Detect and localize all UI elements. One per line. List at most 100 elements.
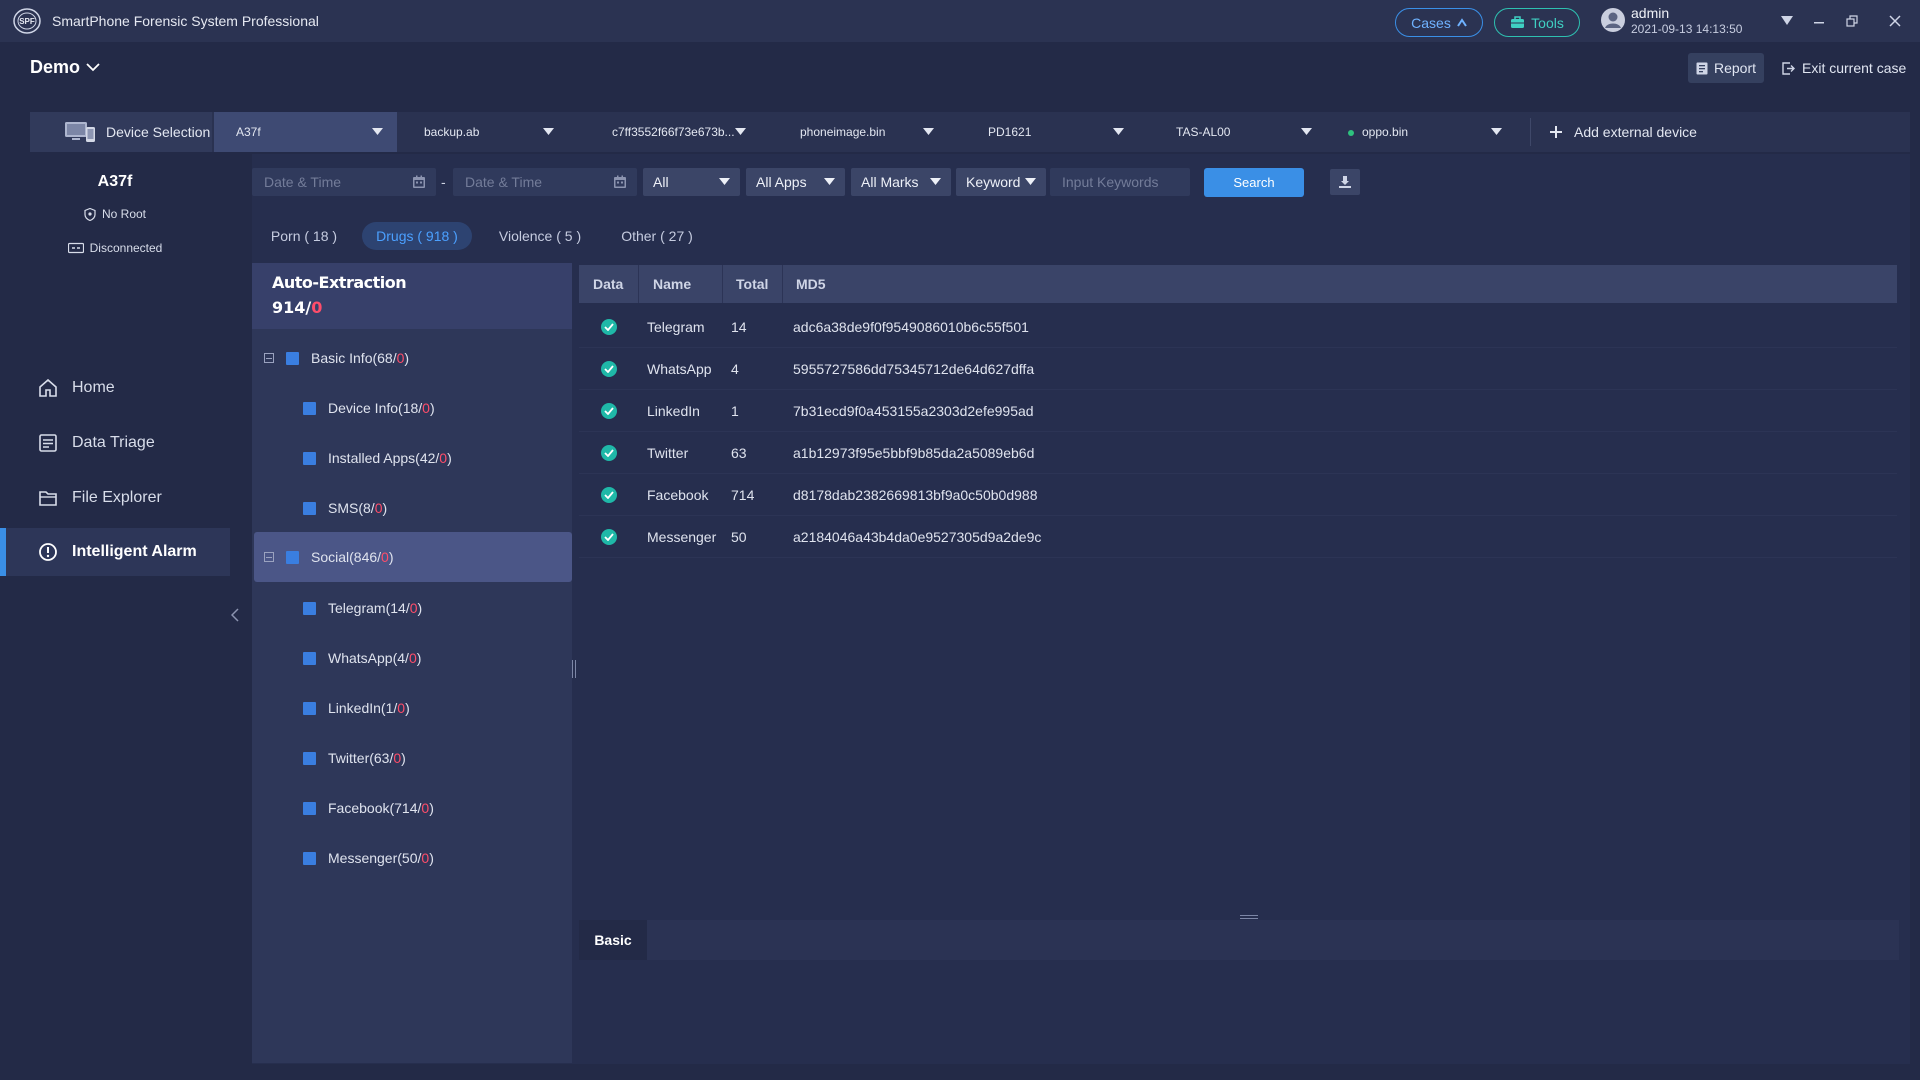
tree-checkbox[interactable]: [286, 351, 299, 365]
tree-checkbox[interactable]: [303, 601, 316, 615]
tree-item-facebook[interactable]: Facebook(714/0): [252, 783, 572, 833]
panel-resize-handle[interactable]: [572, 660, 576, 678]
column-header-data[interactable]: Data: [593, 265, 623, 303]
nav-intelligent-alarm[interactable]: Intelligent Alarm: [0, 528, 230, 576]
tree-item-device-info[interactable]: Device Info(18/0): [252, 383, 572, 433]
column-header-total[interactable]: Total: [736, 265, 768, 303]
add-external-device-button[interactable]: Add external device: [1550, 112, 1697, 152]
nav-file-explorer[interactable]: File Explorer: [0, 474, 230, 522]
table-row[interactable]: LinkedIn 1 7b31ecd9f0a453155a2303d2efe99…: [579, 390, 1897, 432]
tools-button[interactable]: Tools: [1494, 8, 1580, 37]
check-circle-icon[interactable]: [601, 403, 617, 419]
check-circle-icon[interactable]: [601, 529, 617, 545]
cases-button[interactable]: Cases: [1395, 8, 1483, 37]
nav-data-triage[interactable]: Data Triage: [0, 419, 230, 467]
table-row[interactable]: Facebook 714 d8178dab2382669813bf9a0c50b…: [579, 474, 1897, 516]
tree-item-label: Telegram(14/0): [328, 600, 422, 616]
device-tab[interactable]: oppo.bin: [1326, 112, 1516, 152]
calendar-icon[interactable]: [412, 175, 426, 189]
tree-checkbox[interactable]: [303, 501, 316, 515]
apps-select[interactable]: All Apps: [746, 168, 845, 196]
restore-icon[interactable]: [1841, 10, 1863, 32]
table-row[interactable]: Telegram 14 adc6a38de9f0f9549086010b6c55…: [579, 306, 1897, 348]
dropdown-arrow-icon[interactable]: [1301, 128, 1312, 136]
tree-item-twitter[interactable]: Twitter(63/0): [252, 733, 572, 783]
tree-item-label: SMS(8/0): [328, 500, 387, 516]
marks-select[interactable]: All Marks: [851, 168, 951, 196]
keyword-input[interactable]: Input Keywords: [1050, 168, 1190, 196]
table-row[interactable]: WhatsApp 4 5955727586dd75345712de64d627d…: [579, 348, 1897, 390]
device-tab[interactable]: TAS-AL00: [1154, 112, 1326, 152]
export-icon[interactable]: [1330, 169, 1360, 195]
start-date-input[interactable]: Date & Time: [252, 168, 436, 196]
tree-item-linkedin[interactable]: LinkedIn(1/0): [252, 683, 572, 733]
column-divider: [782, 265, 783, 303]
tab-violence[interactable]: Violence ( 5 ): [490, 222, 590, 250]
nav-label: Home: [72, 379, 115, 396]
tree-item-basic-info[interactable]: Basic Info(68/0): [252, 333, 572, 383]
tab-basic[interactable]: Basic: [579, 920, 647, 960]
tree-item-whatsapp[interactable]: WhatsApp(4/0): [252, 633, 572, 683]
dropdown-arrow-icon[interactable]: [1491, 128, 1502, 136]
dropdown-arrow-icon[interactable]: [735, 128, 746, 136]
tree-checkbox[interactable]: [303, 651, 316, 665]
type-select[interactable]: All: [643, 168, 740, 196]
close-icon[interactable]: [1884, 10, 1906, 32]
tab-other[interactable]: Other ( 27 ): [612, 222, 702, 250]
tab-porn[interactable]: Porn ( 18 ): [262, 222, 346, 250]
column-header-md5[interactable]: MD5: [796, 265, 826, 303]
dropdown-arrow-icon[interactable]: [372, 128, 383, 136]
exit-icon: [1782, 61, 1795, 75]
table-row[interactable]: Messenger 50 a2184046a43b4da0e9527305d9a…: [579, 516, 1897, 558]
exit-case-button[interactable]: Exit current case: [1782, 53, 1906, 83]
tree-checkbox[interactable]: [303, 751, 316, 765]
tree-checkbox[interactable]: [303, 451, 316, 465]
calendar-icon[interactable]: [613, 175, 627, 189]
minimize-icon[interactable]: [1808, 10, 1830, 32]
device-tab[interactable]: phoneimage.bin: [778, 112, 948, 152]
collapse-sidebar-icon[interactable]: [229, 600, 241, 630]
table-row[interactable]: Twitter 63 a1b12973f95e5bbf9b85da2a5089e…: [579, 432, 1897, 474]
nav-label: Data Triage: [72, 434, 155, 451]
collapse-toggle-icon[interactable]: [264, 353, 274, 363]
nav-label: File Explorer: [72, 489, 162, 506]
keyword-mode-select[interactable]: Keyword: [956, 168, 1046, 196]
tree-checkbox[interactable]: [303, 851, 316, 865]
user-menu-dropdown-icon[interactable]: [1776, 10, 1798, 32]
dropdown-arrow-icon[interactable]: [1113, 128, 1124, 136]
column-divider: [638, 265, 639, 303]
tree-item-social[interactable]: Social(846/0): [254, 532, 572, 582]
collapse-toggle-icon[interactable]: [264, 552, 274, 562]
tab-drugs[interactable]: Drugs ( 918 ): [362, 222, 472, 250]
report-button[interactable]: Report: [1688, 53, 1764, 83]
end-date-input[interactable]: Date & Time: [453, 168, 637, 196]
end-date-placeholder: Date & Time: [465, 174, 543, 190]
check-circle-icon[interactable]: [601, 319, 617, 335]
dropdown-arrow-icon[interactable]: [543, 128, 554, 136]
tree-item-label: LinkedIn(1/0): [328, 700, 410, 716]
tree-item-sms[interactable]: SMS(8/0): [252, 483, 572, 533]
check-circle-icon[interactable]: [601, 361, 617, 377]
device-tab[interactable]: c7ff3552f66f73e673b...: [590, 112, 760, 152]
dropdown-arrow-icon[interactable]: [923, 128, 934, 136]
check-circle-icon[interactable]: [601, 445, 617, 461]
device-tab[interactable]: backup.ab: [402, 112, 568, 152]
check-circle-icon[interactable]: [601, 487, 617, 503]
tree-checkbox[interactable]: [303, 401, 316, 415]
tree-item-messenger[interactable]: Messenger(50/0): [252, 833, 572, 883]
nav-home[interactable]: Home: [0, 364, 230, 412]
device-tab[interactable]: PD1621: [966, 112, 1138, 152]
device-tab[interactable]: A37f: [214, 112, 397, 152]
tree-item-installed-apps[interactable]: Installed Apps(42/0): [252, 433, 572, 483]
tree-item-telegram[interactable]: Telegram(14/0): [252, 583, 572, 633]
tree-checkbox[interactable]: [286, 550, 299, 564]
tree-item-close: ): [416, 650, 422, 666]
column-header-name[interactable]: Name: [653, 265, 691, 303]
case-selector[interactable]: Demo: [30, 57, 100, 78]
tree-checkbox[interactable]: [303, 801, 316, 815]
tree-checkbox[interactable]: [303, 701, 316, 715]
detail-resize-handle[interactable]: [1240, 915, 1258, 919]
user-avatar-icon[interactable]: [1600, 7, 1626, 33]
search-button[interactable]: Search: [1204, 168, 1304, 197]
device-selection-button[interactable]: Device Selection: [30, 112, 212, 152]
